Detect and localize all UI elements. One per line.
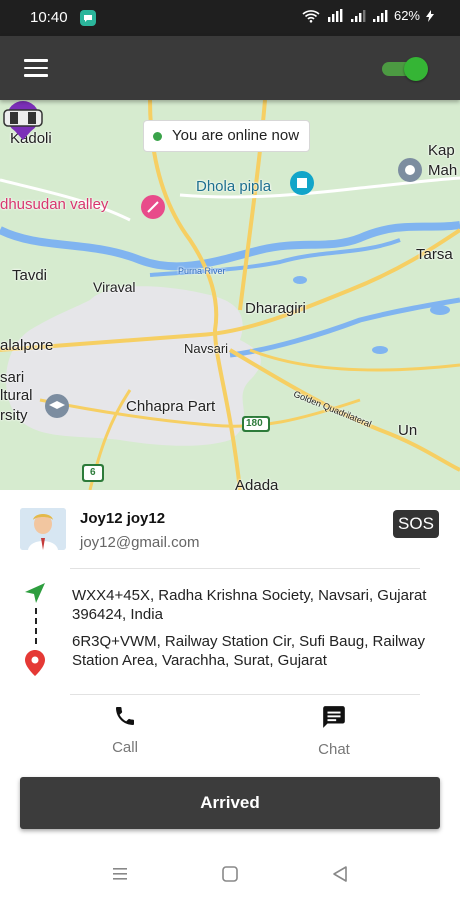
map-label: Tarsa (416, 246, 453, 263)
route-connector (35, 608, 37, 644)
map-label: rsity (0, 407, 28, 424)
rider-name: Joy12 joy12 (80, 510, 166, 527)
landmark-pin-icon (290, 171, 314, 195)
road-shield-label: 6 (90, 467, 96, 478)
school-pin-icon (45, 394, 69, 418)
recents-menu-icon[interactable] (110, 864, 130, 884)
dropoff-address: 6R3Q+VWM, Railway Station Cir, Sufi Baug… (72, 633, 426, 669)
map-canvas (0, 100, 460, 490)
map-label: Viraval (93, 279, 136, 295)
map-view[interactable]: You are online now Kadoli Kap Mah Dhola … (0, 100, 460, 490)
status-icons: 62% (302, 8, 434, 23)
dropoff-pin-icon (25, 650, 45, 676)
app-bar (0, 36, 460, 100)
online-status-text: You are online now (172, 127, 300, 144)
message-notification-icon (80, 10, 96, 26)
map-label: Purna River (178, 266, 226, 276)
road-shield-label: 180 (246, 418, 263, 429)
map-label: Navsari (184, 341, 229, 356)
signal-icon-2 (372, 9, 388, 22)
signal-icon-1 (350, 9, 366, 22)
online-toggle[interactable] (380, 57, 428, 81)
rider-avatar (20, 508, 66, 550)
map-label: Kap (428, 142, 455, 159)
park-pin-icon (141, 195, 165, 219)
driver-car-marker-icon (3, 101, 43, 140)
sos-button[interactable]: SOS (393, 510, 439, 538)
status-time: 10:40 (30, 9, 68, 26)
arrived-button[interactable]: Arrived (20, 777, 440, 829)
toggle-knob (404, 57, 428, 81)
temple-pin-icon (398, 158, 422, 182)
map-label: ltural (0, 387, 33, 404)
call-button[interactable]: Call (75, 704, 175, 756)
chat-icon (323, 706, 345, 728)
charging-icon (426, 9, 434, 22)
system-nav-bar (0, 846, 460, 900)
map-label: Un (398, 422, 418, 439)
volte-signal-icon (327, 8, 343, 22)
phone-icon (116, 707, 134, 725)
divider (70, 694, 420, 695)
map-label: Dhola pipla (196, 178, 272, 195)
map-label: Adada (235, 477, 279, 490)
map-label: Tavdi (12, 267, 48, 284)
pickup-arrow-icon (25, 583, 45, 603)
online-status-pill: You are online now (143, 120, 311, 152)
status-bar: 10:40 62% (0, 0, 460, 36)
wifi-icon (302, 9, 320, 23)
battery-percent: 62% (393, 8, 420, 23)
map-label: sari (0, 369, 25, 386)
back-triangle-icon[interactable] (330, 864, 350, 884)
map-label: Dharagiri (245, 300, 306, 317)
pickup-address: WXX4+45X, Radha Krishna Society, Navsari… (72, 587, 427, 623)
map-label: dhusudan valley (0, 196, 109, 213)
map-label: Chhapra Part (126, 398, 216, 415)
call-label: Call (112, 739, 138, 756)
chat-button[interactable]: Chat (284, 704, 384, 758)
trip-panel: Joy12 joy12 joy12@gmail.com SOS WXX4+45X… (0, 490, 460, 900)
chat-label: Chat (318, 741, 350, 758)
map-label: Mah (428, 162, 458, 179)
home-square-icon[interactable] (220, 864, 240, 884)
divider (70, 568, 420, 569)
hamburger-menu-icon[interactable] (24, 59, 48, 77)
map-label: alalpore (0, 337, 54, 354)
rider-email: joy12@gmail.com (80, 534, 200, 551)
online-dot-icon (153, 132, 162, 141)
